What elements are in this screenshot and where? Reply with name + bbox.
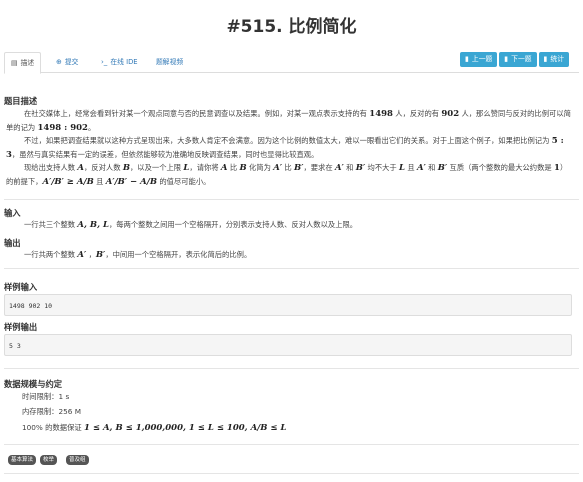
page-title: #515. 比例简化 <box>226 17 357 37</box>
limits-heading: 数据规模与约定 <box>4 379 63 389</box>
description-paragraph-3: 现给出支持人数 A，反对人数 B，以及一个上限 L，请你将 A 比 B 化简为 … <box>6 163 568 187</box>
tab-online-ide[interactable]: ›_ 在线 IDE <box>95 52 144 72</box>
data-constraint: 100% 的数据保证 1 ≤ A, B ≤ 1,000,000, 1 ≤ L ≤… <box>22 423 287 433</box>
divider <box>4 473 579 474</box>
divider <box>4 444 579 445</box>
code-icon: ›_ <box>101 58 108 66</box>
tab-submit[interactable]: ⊕ 提交 <box>50 52 84 72</box>
chart-icon: ▮ <box>504 55 509 63</box>
description-paragraph-2: 不过，如果把调查结果就以这种方式呈现出来，大多数人肯定不会满意。因为这个比例的数… <box>6 136 564 160</box>
tab-description[interactable]: ▤ 描述 <box>4 52 42 74</box>
description-paragraph-1: 在社交媒体上，经常会看到针对某一个观点同意与否的民意调查以及结果。例如，对某一观… <box>6 109 571 133</box>
sample-output-heading: 样例输出 <box>4 322 38 332</box>
tag-badge[interactable]: 枚举 <box>40 455 58 465</box>
chart-icon: ▮ <box>543 55 548 63</box>
sample-input-heading: 样例输入 <box>4 282 38 292</box>
tab-solution-video[interactable]: 题解视频 <box>150 52 189 72</box>
upload-icon: ⊕ <box>56 58 62 66</box>
problem-toolbar: ▤ 描述 ⊕ 提交 ›_ 在线 IDE 题解视频 ▮ 上一题 ▮ 下一题 ▮ 统计 <box>4 48 579 74</box>
output-text: 一行共两个整数 A′ ，B′，中间用一个空格隔开，表示化简后的比例。 <box>24 250 252 260</box>
memory-limit: 内存限制：256 M <box>22 407 82 416</box>
nav-button-group: ▮ 上一题 ▮ 下一题 ▮ 统计 <box>458 52 569 67</box>
description-heading: 题目描述 <box>4 96 38 106</box>
prev-problem-button[interactable]: ▮ 上一题 <box>460 52 498 67</box>
tag-badge[interactable]: 普及组 <box>66 455 89 465</box>
next-problem-button[interactable]: ▮ 下一题 <box>499 52 537 67</box>
sample-input-box[interactable]: 1498 902 10 <box>4 294 572 316</box>
stats-button[interactable]: ▮ 统计 <box>538 52 569 67</box>
input-text: 一行共三个整数 A, B, L，每两个整数之间用一个空格隔开，分别表示支持人数、… <box>24 220 358 230</box>
sample-output-box[interactable]: 5 3 <box>4 334 572 356</box>
document-icon: ▤ <box>11 59 18 67</box>
time-limit: 时间限制：1 s <box>22 392 70 401</box>
divider <box>4 268 579 269</box>
chart-icon: ▮ <box>465 55 469 63</box>
divider <box>4 368 579 369</box>
tag-badge[interactable]: 基本算法 <box>8 455 37 465</box>
divider <box>4 199 579 200</box>
